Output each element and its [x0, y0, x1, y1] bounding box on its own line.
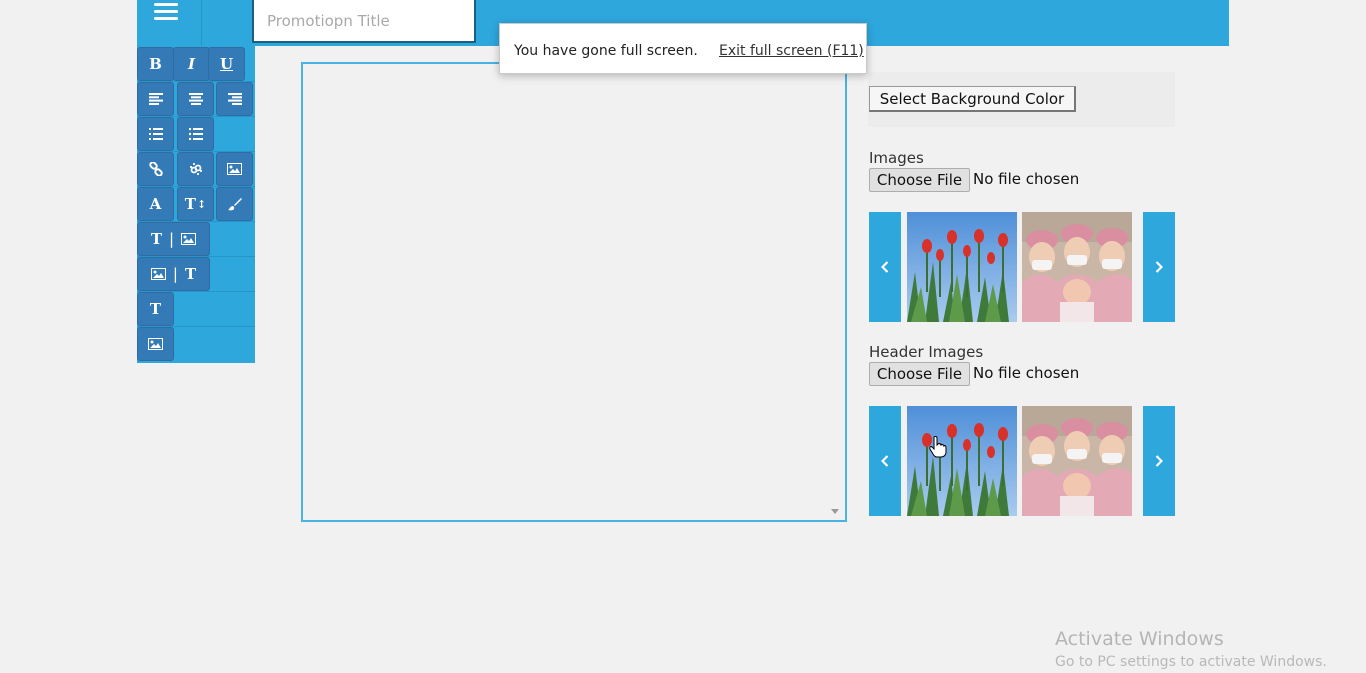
- tulips-image: [907, 406, 1017, 516]
- image-icon: [148, 338, 163, 350]
- insert-link-button[interactable]: [137, 152, 174, 186]
- image-icon: [227, 163, 242, 175]
- align-left-button[interactable]: [137, 82, 174, 116]
- images-file-status: No file chosen: [973, 170, 1080, 188]
- images-thumbnail-nurses[interactable]: [1022, 212, 1132, 322]
- insert-image-button[interactable]: [216, 152, 253, 186]
- italic-icon: I: [187, 55, 196, 73]
- header-images-file-status: No file chosen: [973, 364, 1080, 382]
- activate-windows-title: Activate Windows: [1055, 628, 1224, 650]
- header-images-choose-file-button[interactable]: Choose File: [869, 362, 970, 386]
- image-left-text-right-layout-button[interactable]: | T: [137, 257, 210, 291]
- brush-icon: [227, 198, 242, 211]
- exit-fullscreen-link[interactable]: Exit full screen (F11): [719, 43, 864, 59]
- text-height-icon: ↕: [196, 197, 207, 211]
- underline-icon: U: [219, 55, 234, 73]
- activate-windows-subtitle: Go to PC settings to activate Windows.: [1055, 654, 1327, 670]
- text-layout-icon: T: [150, 230, 163, 248]
- nurses-with-baby-image: [1022, 212, 1132, 322]
- align-left-icon: [148, 93, 163, 105]
- text-left-image-right-layout-button[interactable]: T |: [137, 222, 210, 256]
- text-size-button[interactable]: T ↕: [177, 187, 214, 221]
- unlink-icon: [189, 163, 202, 175]
- ordered-list-button[interactable]: [137, 117, 174, 151]
- chevron-right-icon: [1155, 455, 1163, 467]
- promotion-title-input[interactable]: [252, 0, 476, 43]
- hand-cursor-icon: [929, 436, 947, 458]
- resize-handle-icon[interactable]: [831, 509, 839, 514]
- image-icon: [181, 233, 197, 245]
- images-thumbnail-tulips[interactable]: [907, 212, 1017, 322]
- content-editor-area[interactable]: [301, 62, 847, 522]
- hamburger-menu-icon[interactable]: [137, 0, 202, 46]
- unordered-list-icon: [188, 128, 203, 140]
- header-images-label: Header Images: [869, 343, 984, 361]
- link-icon: [148, 162, 163, 176]
- images-choose-file-button[interactable]: Choose File: [869, 168, 970, 192]
- select-background-color-button[interactable]: Select Background Color: [869, 86, 1076, 112]
- unordered-list-button[interactable]: [177, 117, 214, 151]
- chevron-right-icon: [1155, 261, 1163, 273]
- align-center-button[interactable]: [177, 82, 214, 116]
- align-center-icon: [188, 93, 203, 105]
- text-only-layout-button[interactable]: T: [137, 292, 174, 326]
- image-icon: [150, 268, 166, 280]
- align-right-button[interactable]: [216, 82, 253, 116]
- images-label: Images: [869, 149, 924, 167]
- header-images-prev-button[interactable]: [869, 406, 901, 516]
- align-right-icon: [227, 93, 242, 105]
- underline-button[interactable]: U: [208, 47, 245, 81]
- brush-button[interactable]: [216, 187, 253, 221]
- layout-separator: |: [169, 230, 175, 248]
- header-images-thumbnail-nurses[interactable]: [1022, 406, 1132, 516]
- header-images-next-button[interactable]: [1143, 406, 1175, 516]
- italic-button[interactable]: I: [173, 47, 210, 81]
- nurses-with-baby-image: [1022, 406, 1132, 516]
- fullscreen-message: You have gone full screen.: [514, 43, 698, 59]
- chevron-left-icon: [881, 261, 889, 273]
- bold-button[interactable]: B: [137, 47, 174, 81]
- editor-toolbar: B I U A T ↕ T | | T T: [137, 46, 255, 363]
- ordered-list-icon: [148, 128, 163, 140]
- chevron-left-icon: [881, 455, 889, 467]
- font-color-button[interactable]: A: [137, 187, 174, 221]
- font-color-icon: A: [149, 195, 162, 213]
- tulips-image: [907, 212, 1017, 322]
- images-next-button[interactable]: [1143, 212, 1175, 322]
- bold-icon: B: [149, 55, 162, 73]
- header-images-thumbnail-tulips[interactable]: [907, 406, 1017, 516]
- text-layout-icon: T: [184, 265, 197, 283]
- text-layout-icon: T: [149, 300, 162, 318]
- image-only-layout-button[interactable]: [137, 327, 174, 361]
- images-prev-button[interactable]: [869, 212, 901, 322]
- text-size-icon: T: [184, 195, 196, 213]
- remove-link-button[interactable]: [177, 152, 214, 186]
- layout-separator: |: [172, 265, 178, 283]
- fullscreen-notification: You have gone full screen. Exit full scr…: [499, 23, 867, 74]
